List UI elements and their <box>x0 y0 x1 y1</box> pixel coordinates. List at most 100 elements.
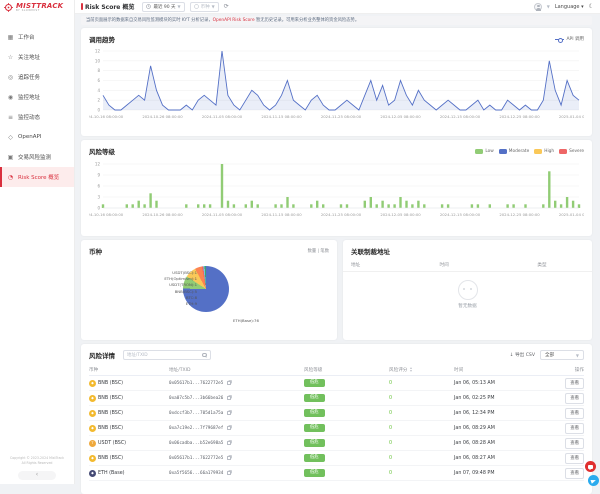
copy-icon[interactable] <box>227 411 231 415</box>
risk-score-icon: ◔ <box>7 174 14 181</box>
star-icon: ☆ <box>7 54 14 61</box>
risk-level-bar-chart[interactable]: 0369122024-10-16 08:00:002024-10-26 08:0… <box>81 158 592 228</box>
sanction-card-title: 关联制裁地址 <box>351 246 390 256</box>
copy-icon[interactable] <box>227 456 231 460</box>
view-button[interactable]: 查看 <box>565 378 584 389</box>
svg-text:2024-10-26 08:00:00: 2024-10-26 08:00:00 <box>142 114 183 119</box>
topbar: Risk Score 概览 最近 90 天 ▼ 币种 ▼ ⟳ ▼ Languag… <box>75 0 600 14</box>
copy-icon[interactable] <box>227 396 231 400</box>
search-placeholder: 地址/TXID <box>127 352 200 358</box>
copy-icon[interactable] <box>227 471 231 475</box>
monitor-activity-icon: ≡ <box>7 114 14 121</box>
risk-score-value: 0 <box>389 456 392 461</box>
action-cell: 查看 <box>549 468 584 479</box>
svg-text:10: 10 <box>95 58 101 63</box>
sidebar-item-3[interactable]: ◉监控地址 <box>0 87 74 107</box>
empty-state-icon <box>458 280 478 300</box>
monitor-address-icon: ◉ <box>7 94 14 101</box>
sidebar-item-6[interactable]: ▣交易风险监测 <box>0 147 74 167</box>
sort-icon[interactable] <box>410 367 412 372</box>
risk-score-value: 0 <box>389 426 392 431</box>
copy-icon[interactable] <box>227 426 231 430</box>
view-button[interactable]: 查看 <box>565 468 584 479</box>
refresh-icon[interactable]: ⟳ <box>224 3 229 10</box>
date-range-select[interactable]: 最近 90 天 ▼ <box>142 2 184 12</box>
svg-text:2024-11-15 08:00:00: 2024-11-15 08:00:00 <box>261 114 302 119</box>
trend-legend-item[interactable]: API 调用 <box>555 36 584 42</box>
action-cell: 查看 <box>549 453 584 464</box>
language-select[interactable]: Language ▾ <box>555 4 584 10</box>
risk-level-legend: Low Moderate High Severe <box>475 149 584 154</box>
sidebar-item-0[interactable]: ▦工作台 <box>0 27 74 47</box>
view-button[interactable]: 查看 <box>565 438 584 449</box>
brand-logo[interactable]: MISTTRACK BY SLOWMIST <box>0 0 74 15</box>
address-cell: 0x06cadba...b52e698a5 <box>169 441 304 446</box>
empty-state: 暂无数据 <box>343 280 592 309</box>
time-cell: Jan 06, 02:25 PM <box>454 396 549 401</box>
copy-icon[interactable] <box>227 441 231 445</box>
col-label: 风险评分 <box>389 367 407 373</box>
svg-text:2024-12-25 08:00:00: 2024-12-25 08:00:00 <box>499 114 540 119</box>
risk-score-cell: 0 <box>389 396 454 401</box>
svg-text:2024-10-16 08:00:00: 2024-10-16 08:00:00 <box>89 212 124 217</box>
address-cell: 0x05617b1...7622772e5 <box>169 381 304 386</box>
legend-swatch-icon <box>475 149 483 154</box>
legend-label: Severe <box>569 149 584 154</box>
action-cell: 查看 <box>549 408 584 419</box>
coin-logo-icon: ◆ <box>89 395 96 402</box>
table-row: ◆ETH (Base)0xa5f5656...66a179934低危0Jan 0… <box>89 466 584 481</box>
view-button[interactable]: 查看 <box>565 408 584 419</box>
user-avatar[interactable] <box>534 3 542 11</box>
risk-level-badge: 低危 <box>304 454 325 461</box>
chevron-down-icon: ▼ <box>212 4 215 9</box>
svg-text:2025-01-04 08:00:00: 2025-01-04 08:00:00 <box>559 114 584 119</box>
telegram-button[interactable] <box>588 475 599 486</box>
address-text: 0xa7c19e2...7f79687ef <box>169 426 223 431</box>
risk-level-cell: 低危 <box>304 379 389 386</box>
coin-cell: ◆BNB (BSC) <box>89 395 169 402</box>
svg-text:4: 4 <box>97 88 100 93</box>
view-button[interactable]: 查看 <box>565 423 584 434</box>
svg-text:8: 8 <box>97 68 100 73</box>
sidebar-item-4[interactable]: ≡监控动态 <box>0 107 74 127</box>
support-chat-button[interactable] <box>585 461 596 472</box>
copy-icon[interactable] <box>227 381 231 385</box>
legend-item-high[interactable]: High <box>534 149 554 154</box>
legend-item-severe[interactable]: Severe <box>559 149 584 154</box>
empty-state-text: 暂无数据 <box>343 303 592 309</box>
risk-level-cell: 低危 <box>304 439 389 446</box>
svg-text:2024-12-25 08:00:00: 2024-12-25 08:00:00 <box>499 212 540 217</box>
details-search-input[interactable]: 地址/TXID <box>123 350 211 360</box>
banner-highlight: OpenAPI Risk Score <box>213 18 255 23</box>
sidebar-collapse-button[interactable]: ‹ <box>18 471 56 480</box>
coin-logo-icon: T <box>89 440 96 447</box>
legend-item-moderate[interactable]: Moderate <box>499 149 529 154</box>
account-chevron-icon[interactable]: ▼ <box>547 4 550 9</box>
coins-pie-chart[interactable]: USDT(BSC):1ETH(Optimism):1USDT(TRON):1BN… <box>81 258 337 332</box>
export-csv-button[interactable]: ↓ 导出 CSV <box>510 352 535 358</box>
coin-logo-icon: ◆ <box>89 380 96 387</box>
coin-cell: ◆BNB (BSC) <box>89 455 169 462</box>
details-filter-select[interactable]: 全部 ▼ <box>540 350 584 360</box>
sidebar-item-2[interactable]: ◎追踪任务 <box>0 67 74 87</box>
col-label: 地址/TXID <box>169 367 191 373</box>
coin-filter-select[interactable]: 币种 ▼ <box>190 2 219 12</box>
details-card-title: 风险详情 <box>89 350 115 360</box>
action-cell: 查看 <box>549 423 584 434</box>
legend-item-low[interactable]: Low <box>475 149 493 154</box>
view-button[interactable]: 查看 <box>565 393 584 404</box>
sanction-table-header: 地址时间类型 <box>343 258 592 272</box>
details-col-1: 地址/TXID <box>169 367 304 373</box>
sidebar-copyright: Copyright © 2023-2024 MistTrack All Righ… <box>0 456 74 466</box>
coins-unit-toggle[interactable]: 数量 | 笔数 <box>308 248 329 254</box>
sidebar-item-1[interactable]: ☆关注地址 <box>0 47 74 67</box>
view-button[interactable]: 查看 <box>565 453 584 464</box>
title-accent-bar <box>81 3 83 10</box>
sidebar-item-5[interactable]: ◇OpenAPI <box>0 127 74 147</box>
date-range-value: 最近 90 天 <box>153 4 175 10</box>
api-trend-line-chart[interactable]: 0246810122024-10-16 08:00:002024-10-26 0… <box>81 46 592 132</box>
dark-mode-toggle-icon[interactable]: ☾ <box>589 3 594 10</box>
svg-text:2024-12-15 08:00:00: 2024-12-15 08:00:00 <box>440 114 481 119</box>
svg-text:12: 12 <box>95 49 101 54</box>
sidebar-item-7[interactable]: ◔Risk Score 概览 <box>0 167 74 187</box>
